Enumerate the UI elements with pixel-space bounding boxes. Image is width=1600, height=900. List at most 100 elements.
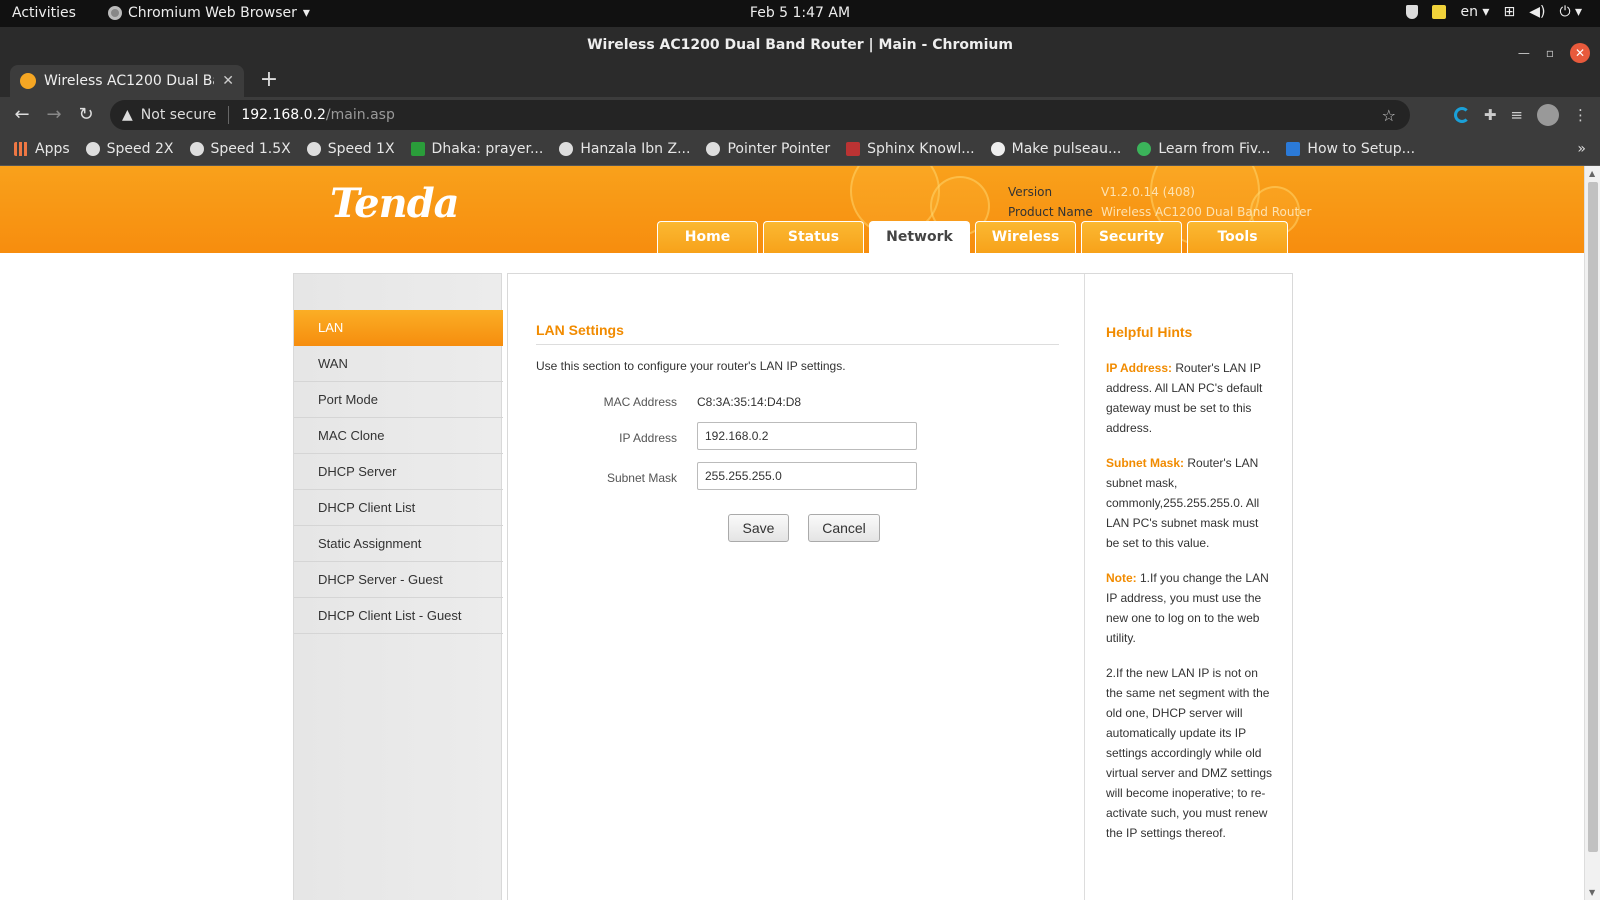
sidebar-item-dhcp-client-list[interactable]: DHCP Client List xyxy=(294,490,503,526)
power-icon[interactable]: ⏻ ▾ xyxy=(1559,4,1582,20)
security-label[interactable]: Not secure xyxy=(141,107,217,123)
sidebar-item-lan[interactable]: LAN xyxy=(294,310,503,346)
scrollbar-thumb[interactable] xyxy=(1588,182,1598,852)
url-host: 192.168.0.2 xyxy=(241,107,326,123)
nav-tab-wireless[interactable]: Wireless xyxy=(975,221,1076,253)
panel-divider xyxy=(1084,274,1085,900)
bookmark-apps[interactable]: Apps xyxy=(14,141,70,157)
fiverr-icon xyxy=(1137,142,1152,156)
ip-address-label: IP Address xyxy=(619,431,677,445)
language-indicator[interactable]: en ▾ xyxy=(1460,4,1489,20)
cancel-button[interactable]: Cancel xyxy=(808,514,880,542)
bookmarks-overflow-icon[interactable]: » xyxy=(1577,141,1586,157)
page-scrollbar[interactable]: ▲ ▼ xyxy=(1584,166,1600,900)
bookmark-item[interactable]: Pointer Pointer xyxy=(706,141,830,157)
router-info: Version V1.2.0.14 (408) Product Name Wirel… xyxy=(1008,182,1312,222)
menu-kebab-icon[interactable]: ⋮ xyxy=(1573,106,1588,124)
sidebar-item-static-assignment[interactable]: Static Assignment xyxy=(294,526,503,562)
bookmark-item[interactable]: Speed 1.5X xyxy=(189,141,291,157)
bookmark-item[interactable]: Learn from Fiv... xyxy=(1137,141,1270,157)
nav-tab-network[interactable]: Network xyxy=(869,221,970,253)
forward-icon[interactable]: → xyxy=(42,103,66,127)
window-title: Wireless AC1200 Dual Band Router | Main … xyxy=(587,37,1013,53)
bookmark-item[interactable]: Dhaka: prayer... xyxy=(410,141,543,157)
activities-button[interactable]: Activities xyxy=(12,5,76,21)
sidebar-item-dhcp-client-list-guest[interactable]: DHCP Client List - Guest xyxy=(294,598,503,634)
bookmark-item[interactable]: Speed 1X xyxy=(306,141,395,157)
omnibox-separator xyxy=(228,106,230,124)
notes-icon[interactable] xyxy=(1432,5,1447,19)
section-description: Use this section to configure your route… xyxy=(536,359,846,373)
extensions-puzzle-icon[interactable]: ✚ xyxy=(1484,106,1497,124)
tab-close-icon[interactable]: ✕ xyxy=(222,73,234,89)
site-icon xyxy=(1286,142,1301,156)
bookmark-star-icon[interactable]: ☆ xyxy=(1382,106,1396,125)
mac-address-value: C8:3A:35:14:D4:D8 xyxy=(697,395,802,409)
network-icon[interactable]: ⊞ xyxy=(1503,4,1515,20)
media-queue-icon[interactable]: ≡ xyxy=(1510,106,1523,124)
extension-loading-icon[interactable] xyxy=(1453,107,1470,123)
router-web-page: Tenda Version V1.2.0.14 (408) Product Nam… xyxy=(0,166,1584,900)
scroll-up-icon[interactable]: ▲ xyxy=(1589,169,1595,178)
version-label: Version xyxy=(1008,185,1053,199)
volume-icon[interactable]: ◀) xyxy=(1529,4,1545,20)
nav-tab-tools[interactable]: Tools xyxy=(1187,221,1288,253)
sidebar-item-mac-clone[interactable]: MAC Clone xyxy=(294,418,503,454)
browser-toolbar: ← → ↻ ▲ Not secure 192.168.0.2/main.asp … xyxy=(0,97,1600,133)
hint-subnet: Subnet Mask: Router's LAN subnet mask, c… xyxy=(1106,456,1260,550)
close-window-icon[interactable]: ✕ xyxy=(1570,43,1590,63)
section-title: LAN Settings xyxy=(536,322,624,338)
globe-icon xyxy=(306,142,321,156)
browser-tab[interactable]: Wireless AC1200 Dual Band Router ✕ xyxy=(10,65,244,97)
shield-icon[interactable] xyxy=(1406,5,1419,19)
url-path: /main.asp xyxy=(325,107,395,123)
bookmark-item[interactable]: Make pulseau... xyxy=(990,141,1121,157)
tenda-favicon-icon xyxy=(20,73,36,89)
lan-settings-panel: LAN Settings Use this section to configu… xyxy=(507,273,1293,900)
nav-tab-home[interactable]: Home xyxy=(657,221,758,253)
hint-note-2: 2.If the new LAN IP is not on the same n… xyxy=(1106,666,1273,840)
hints-title: Helpful Hints xyxy=(1106,324,1193,340)
tab-title: Wireless AC1200 Dual Band Router xyxy=(44,73,214,89)
product-value: Wireless AC1200 Dual Band Router xyxy=(1101,205,1312,219)
warning-icon[interactable]: ▲ xyxy=(122,107,133,123)
mac-address-label: MAC Address xyxy=(603,395,677,409)
save-button[interactable]: Save xyxy=(728,514,789,542)
subnet-mask-input[interactable] xyxy=(697,462,917,490)
bookmarks-bar: Apps Speed 2X Speed 1.5X Speed 1X Dhaka:… xyxy=(0,133,1600,166)
app-menu-label: Chromium Web Browser xyxy=(128,5,297,21)
address-bar[interactable]: ▲ Not secure 192.168.0.2/main.asp ☆ xyxy=(110,100,1410,130)
reload-icon[interactable]: ↻ xyxy=(74,103,98,127)
product-label: Product Name xyxy=(1008,205,1093,219)
apps-grid-icon xyxy=(14,142,28,156)
github-icon xyxy=(990,142,1005,156)
site-icon xyxy=(559,142,574,156)
chromium-icon xyxy=(108,6,122,20)
globe-icon xyxy=(85,142,100,156)
hint-ip: IP Address: Router's LAN IP address. All… xyxy=(1106,361,1263,435)
system-tray[interactable]: en ▾ ⊞ ◀) ⏻ ▾ xyxy=(1406,4,1582,20)
profile-avatar[interactable] xyxy=(1537,104,1559,126)
new-tab-icon[interactable]: + xyxy=(256,68,282,94)
sidebar-item-port-mode[interactable]: Port Mode xyxy=(294,382,503,418)
calendar-icon xyxy=(410,142,425,156)
main-nav: Home Status Network Wireless Security To… xyxy=(657,221,1288,253)
bookmark-item[interactable]: Speed 2X xyxy=(85,141,174,157)
ip-address-input[interactable] xyxy=(697,422,917,450)
sidebar-item-dhcp-server[interactable]: DHCP Server xyxy=(294,454,503,490)
nav-tab-status[interactable]: Status xyxy=(763,221,864,253)
helpful-hints: Helpful Hints IP Address: Router's LAN I… xyxy=(1106,322,1274,858)
bookmark-item[interactable]: How to Setup... xyxy=(1286,141,1415,157)
scroll-down-icon[interactable]: ▼ xyxy=(1589,888,1595,897)
sphinx-icon xyxy=(846,142,861,156)
app-menu[interactable]: Chromium Web Browser ▾ xyxy=(108,5,310,21)
nav-tab-security[interactable]: Security xyxy=(1081,221,1182,253)
back-icon[interactable]: ← xyxy=(10,103,34,127)
sidebar-item-dhcp-server-guest[interactable]: DHCP Server - Guest xyxy=(294,562,503,598)
bookmark-item[interactable]: Hanzala Ibn Z... xyxy=(559,141,690,157)
subnet-mask-label: Subnet Mask xyxy=(606,471,677,485)
hint-note: Note: 1.If you change the LAN IP address… xyxy=(1106,571,1269,645)
bookmark-item[interactable]: Sphinx Knowl... xyxy=(846,141,975,157)
sidebar-item-wan[interactable]: WAN xyxy=(294,346,503,382)
network-sidebar: LAN WAN Port Mode MAC Clone DHCP Server … xyxy=(293,273,503,900)
